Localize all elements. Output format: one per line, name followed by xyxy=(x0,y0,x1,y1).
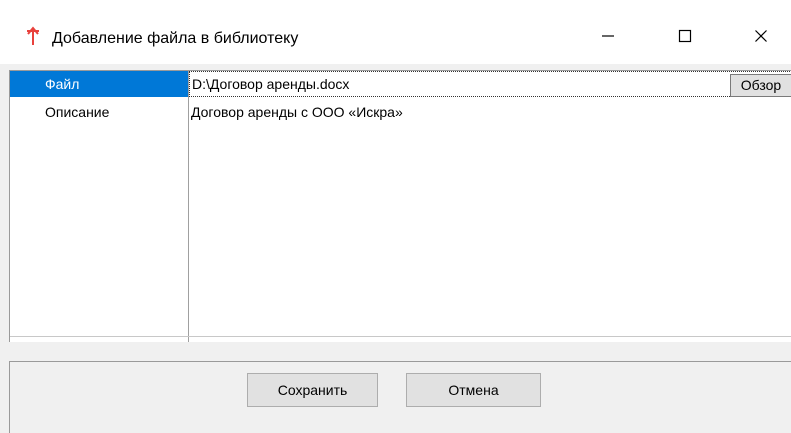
description-field[interactable]: Договор аренды с ООО «Искра» xyxy=(189,99,791,125)
app-arrow-icon xyxy=(26,26,40,46)
file-path-field[interactable]: D:\Договор аренды.docx xyxy=(189,71,791,97)
save-button[interactable]: Сохранить xyxy=(247,373,378,407)
grid-separator xyxy=(10,336,791,337)
dialog-window: Добавление файла в библиотеку Файл D:\До… xyxy=(0,0,791,433)
description-label: Описание xyxy=(45,104,110,120)
browse-button[interactable]: Обзор xyxy=(730,74,791,97)
property-row-file[interactable]: Файл D:\Договор аренды.docx Обзор xyxy=(10,71,791,97)
window-title: Добавление файла в библиотеку xyxy=(52,30,299,47)
close-icon xyxy=(754,29,768,46)
maximize-button[interactable] xyxy=(662,22,708,52)
status-strip xyxy=(9,342,791,362)
minimize-icon xyxy=(601,29,615,46)
maximize-icon xyxy=(678,29,692,46)
close-button[interactable] xyxy=(738,22,784,52)
file-label: Файл xyxy=(10,71,188,97)
button-panel: Сохранить Отмена xyxy=(9,362,791,433)
property-grid: Файл D:\Договор аренды.docx Обзор Описан… xyxy=(9,70,791,343)
title-bar: Добавление файла в библиотеку xyxy=(0,0,791,64)
minimize-button[interactable] xyxy=(585,22,631,52)
property-row-description[interactable]: Описание Договор аренды с ООО «Искра» xyxy=(10,99,791,125)
cancel-button[interactable]: Отмена xyxy=(406,373,541,407)
